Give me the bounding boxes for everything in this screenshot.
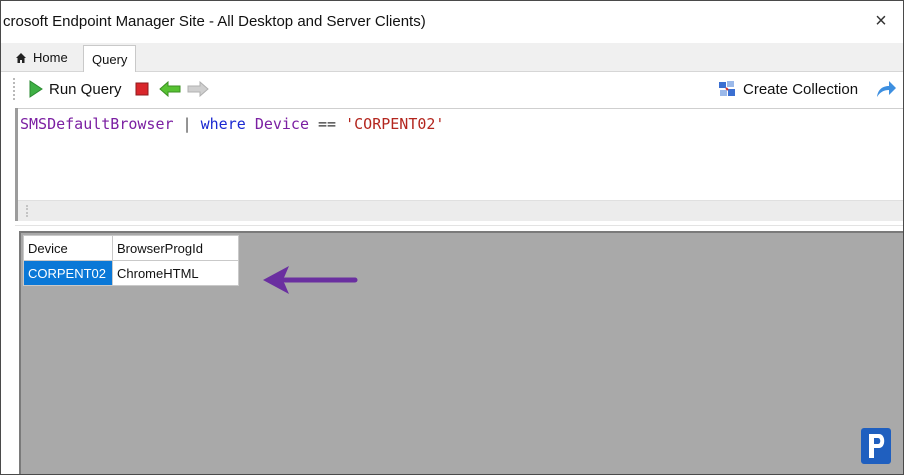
query-keyword-token: where <box>200 115 246 133</box>
run-query-label: Run Query <box>49 80 122 98</box>
forward-button[interactable] <box>187 77 209 101</box>
scrollbar-grip[interactable] <box>26 205 30 217</box>
query-editor[interactable]: SMSDefaultBrowser | where Device == 'COR… <box>15 108 903 222</box>
query-table-token: SMSDefaultBrowser <box>20 115 174 133</box>
query-pipe-token: | <box>173 115 201 133</box>
share-arrow-icon <box>877 81 896 97</box>
tab-strip: Home Query <box>1 43 903 72</box>
pane-splitter[interactable] <box>15 221 903 231</box>
play-icon <box>29 80 43 98</box>
back-button[interactable] <box>159 77 181 101</box>
stop-icon <box>135 82 149 96</box>
tab-home-label: Home <box>33 50 68 65</box>
home-icon <box>16 52 26 63</box>
query-space-token <box>246 115 255 133</box>
cell-device[interactable]: CORPENT02 <box>23 260 113 286</box>
results-grid[interactable]: Device BrowserProgId CORPENT02 ChromeHTM… <box>23 235 239 286</box>
toolbar-grip <box>13 78 17 100</box>
column-header-device[interactable]: Device <box>23 235 113 261</box>
query-field-token: Device <box>254 115 309 133</box>
share-button[interactable] <box>875 77 897 101</box>
splitter-line <box>15 225 903 226</box>
results-pane: Device BrowserProgId CORPENT02 ChromeHTM… <box>19 231 903 474</box>
collection-icon <box>719 81 735 96</box>
tab-query-label: Query <box>92 51 128 67</box>
create-collection-label: Create Collection <box>743 80 859 98</box>
forward-arrow-icon <box>187 81 209 97</box>
query-text[interactable]: SMSDefaultBrowser | where Device == 'COR… <box>20 115 444 133</box>
toolbar: Run Query Create Collection <box>1 72 903 106</box>
stop-button[interactable] <box>135 77 149 101</box>
back-arrow-icon <box>159 81 181 97</box>
results-header-row: Device BrowserProgId <box>23 235 239 261</box>
app-window: crosoft Endpoint Manager Site - All Desk… <box>0 0 904 475</box>
table-row[interactable]: CORPENT02 ChromeHTML <box>23 260 239 286</box>
title-bar: crosoft Endpoint Manager Site - All Desk… <box>1 1 903 43</box>
cell-browserprogid[interactable]: ChromeHTML <box>112 260 239 286</box>
editor-left-border <box>15 108 18 221</box>
query-operator-token: == <box>309 115 346 133</box>
tab-home[interactable]: Home <box>7 45 76 70</box>
create-collection-button[interactable]: Create Collection <box>717 77 858 101</box>
brand-logo-icon <box>861 428 891 464</box>
query-string-token: 'CORPENT02' <box>345 115 445 133</box>
window-title: crosoft Endpoint Manager Site - All Desk… <box>3 13 426 30</box>
column-header-browserprogid[interactable]: BrowserProgId <box>112 235 239 261</box>
tab-query[interactable]: Query <box>83 45 137 72</box>
close-button[interactable]: × <box>869 9 893 33</box>
run-query-button[interactable]: Run Query <box>29 77 122 101</box>
editor-horizontal-scrollbar[interactable] <box>16 200 903 221</box>
annotation-arrow-icon <box>263 266 358 294</box>
